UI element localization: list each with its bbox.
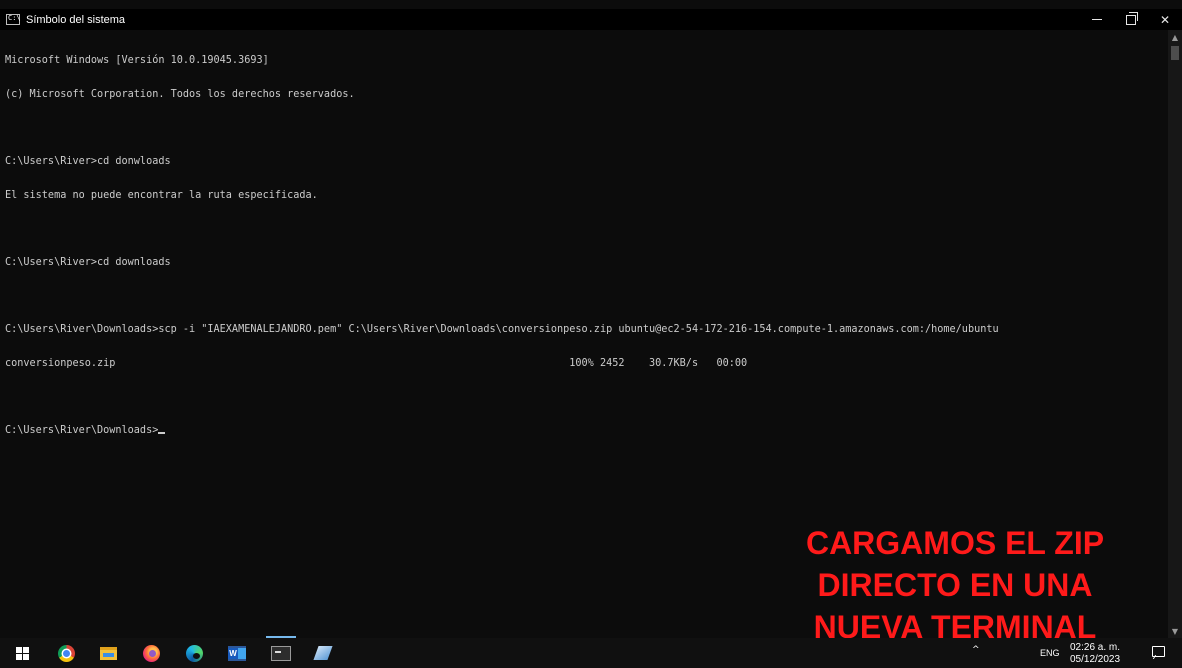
clock-date[interactable]: 05/12/2023 [1070, 654, 1120, 665]
windows-start-icon[interactable] [16, 647, 29, 660]
console-line: C:\Users\River>cd donwloads [5, 156, 171, 168]
annotation-line-2: DIRECTO EN UNA [817, 567, 1093, 603]
restore-icon [1126, 11, 1138, 25]
console-line: C:\Users\River\Downloads>scp -i "IAEXAME… [5, 324, 999, 336]
title-bar[interactable]: Símbolo del sistema ✕ [0, 9, 1182, 30]
console-line: Microsoft Windows [Versión 10.0.19045.36… [5, 55, 269, 67]
file-explorer-icon[interactable] [100, 647, 117, 660]
console-line: El sistema no puede encontrar la ruta es… [5, 189, 318, 201]
scroll-up-arrow-icon[interactable]: ▲ [1168, 30, 1182, 44]
notification-icon[interactable] [1152, 646, 1165, 657]
edge-icon[interactable] [186, 645, 203, 662]
annotation-overlay: CARGAMOS EL ZIP DIRECTO EN UNA NUEVA TER… [750, 522, 1160, 648]
close-button[interactable]: ✕ [1148, 9, 1182, 30]
window-controls: ✕ [1080, 9, 1182, 30]
window-title: Símbolo del sistema [26, 13, 126, 26]
console-line: C:\Users\River>cd downloads [5, 256, 171, 268]
minimize-icon [1092, 19, 1102, 20]
clock-time[interactable]: 02:26 a. m. [1070, 642, 1120, 653]
close-icon: ✕ [1159, 12, 1171, 27]
console-prompt: C:\Users\River\Downloads> [5, 424, 159, 436]
word-icon[interactable] [228, 646, 246, 661]
firefox-icon[interactable] [143, 645, 160, 662]
taskbar [0, 638, 1182, 668]
app-icon[interactable] [313, 646, 333, 660]
cmd-title-icon [6, 14, 21, 25]
scroll-down-arrow-icon[interactable]: ▼ [1168, 624, 1182, 638]
vertical-scrollbar[interactable]: ▲ ▼ [1168, 30, 1182, 638]
console-prompt-line[interactable]: C:\Users\River\Downloads> [5, 425, 1168, 436]
annotation-line-1: CARGAMOS EL ZIP [805, 525, 1105, 561]
console-line: conversionpeso.zip 100% 2452 30.7KB/s 00… [5, 357, 748, 369]
restore-button[interactable] [1114, 9, 1148, 30]
scroll-thumb[interactable] [1171, 46, 1179, 60]
text-cursor [158, 431, 166, 434]
console-line: (c) Microsoft Corporation. Todos los der… [5, 89, 355, 100]
cmd-taskbar-icon[interactable] [271, 646, 291, 661]
minimize-button[interactable] [1080, 9, 1114, 30]
active-app-indicator [266, 636, 296, 638]
chrome-icon[interactable] [58, 645, 75, 662]
tray-chevron-up-icon[interactable]: ^ [972, 645, 980, 655]
language-indicator[interactable]: ENG [1040, 648, 1060, 658]
